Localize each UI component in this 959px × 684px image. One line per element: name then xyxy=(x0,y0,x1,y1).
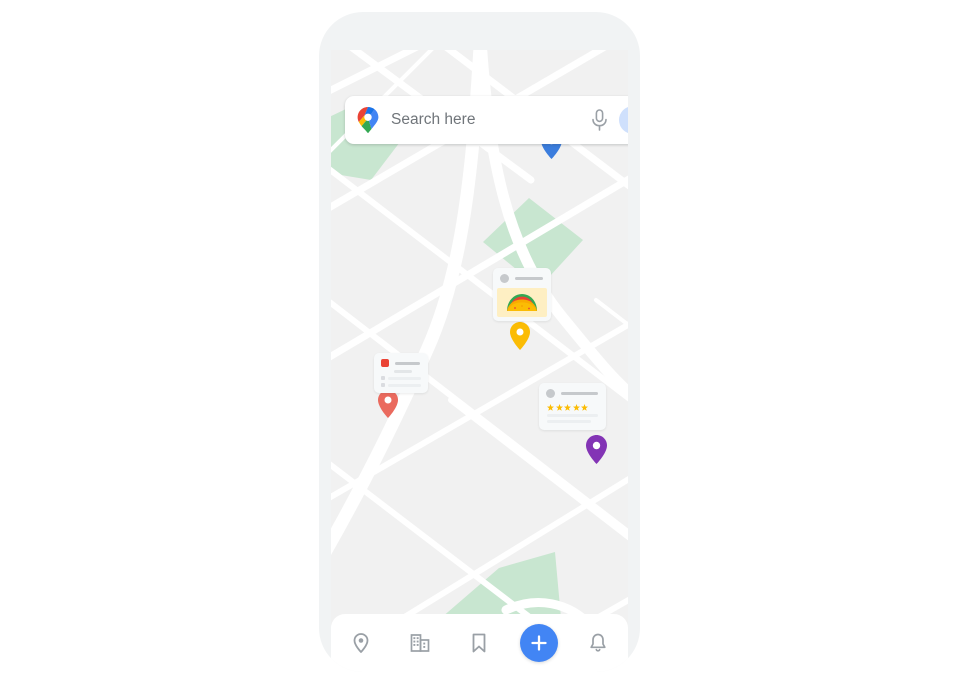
list-row xyxy=(374,376,428,380)
avatar-dot xyxy=(500,274,509,283)
taco-icon xyxy=(507,293,537,311)
reviewer-name-bar xyxy=(561,392,598,395)
rating-stars xyxy=(539,404,606,411)
review-placeholder-bar xyxy=(547,420,591,423)
user-avatar[interactable] xyxy=(619,106,628,134)
row-marker xyxy=(381,383,385,387)
phone-screen xyxy=(331,50,628,634)
yellow-map-pin[interactable] xyxy=(510,322,530,350)
status-badge xyxy=(381,359,389,367)
poi-taco-card[interactable] xyxy=(493,268,551,321)
title-placeholder-bar xyxy=(515,277,543,280)
nav-add[interactable] xyxy=(518,622,560,664)
photo-card[interactable] xyxy=(493,268,551,321)
title-placeholder-bar xyxy=(395,361,420,365)
photo-thumbnail xyxy=(497,288,547,317)
star-icon xyxy=(572,404,580,411)
row-placeholder-bar xyxy=(388,383,421,387)
star-icon xyxy=(547,404,554,411)
list-card[interactable] xyxy=(374,353,428,393)
review-text-line xyxy=(547,414,598,417)
list-row xyxy=(374,383,428,387)
review-text-line xyxy=(547,420,598,423)
review-placeholder-bar xyxy=(547,414,598,417)
star-icon xyxy=(581,404,588,411)
poi-review-card[interactable] xyxy=(539,383,606,430)
subtitle-placeholder-bar xyxy=(394,370,412,373)
location-pin-icon xyxy=(353,633,369,653)
bottom-navigation-bar xyxy=(331,614,628,672)
card-header xyxy=(539,383,606,403)
list-row xyxy=(374,370,428,373)
nav-updates[interactable] xyxy=(577,622,619,664)
add-fab-button[interactable] xyxy=(519,624,558,662)
purple-map-pin[interactable] xyxy=(586,435,607,464)
star-icon xyxy=(564,404,571,411)
row-placeholder-bar xyxy=(388,376,421,380)
google-maps-pin-icon xyxy=(357,107,379,133)
poi-list-card[interactable] xyxy=(374,353,428,393)
plus-icon xyxy=(531,635,547,651)
search-bar[interactable] xyxy=(345,96,628,144)
search-input[interactable] xyxy=(391,111,591,129)
nav-places[interactable] xyxy=(399,622,441,664)
star-icon xyxy=(555,404,563,411)
screenshot-canvas xyxy=(0,0,959,684)
review-card[interactable] xyxy=(539,383,606,430)
microphone-icon[interactable] xyxy=(591,108,608,132)
bell-icon xyxy=(590,633,606,652)
red-map-pin[interactable] xyxy=(378,390,398,418)
avatar-dot xyxy=(546,389,555,398)
row-marker xyxy=(381,376,385,380)
bookmark-icon xyxy=(473,633,486,653)
nav-explore[interactable] xyxy=(340,622,382,664)
building-icon xyxy=(410,634,430,652)
phone-frame xyxy=(319,12,640,672)
nav-saved[interactable] xyxy=(458,622,500,664)
card-header xyxy=(493,268,551,288)
